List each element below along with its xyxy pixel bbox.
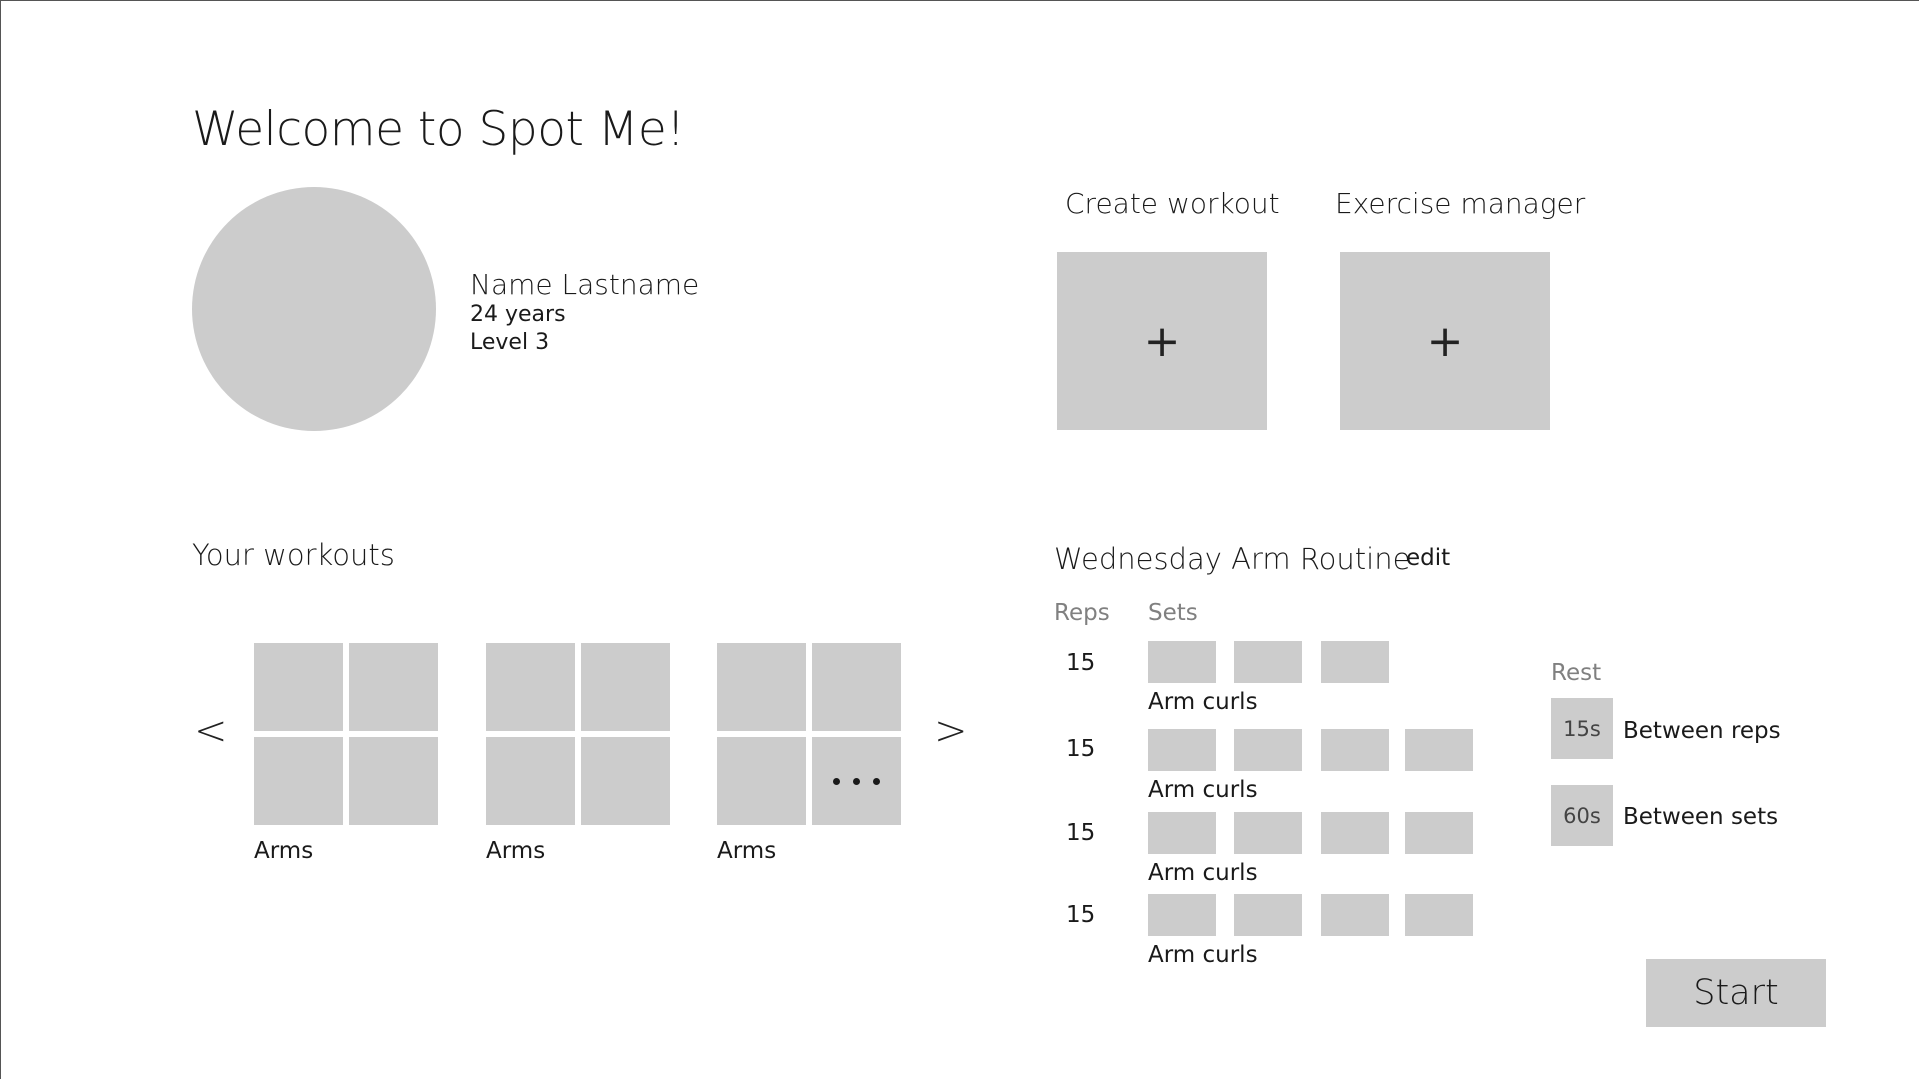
- workout-thumbnail: [349, 643, 438, 731]
- set-slot[interactable]: [1148, 729, 1216, 771]
- set-slot[interactable]: [1321, 894, 1389, 936]
- more-icon[interactable]: [812, 737, 901, 825]
- between-sets-label: Between sets: [1623, 804, 1779, 830]
- prev-arrow-button[interactable]: <: [194, 708, 228, 754]
- workout-thumbnail: [486, 737, 575, 825]
- workout-thumbnail: [812, 643, 901, 731]
- workout-thumbnail: [581, 737, 670, 825]
- plus-icon: +: [1426, 315, 1464, 367]
- exercise-name: Arm curls: [1148, 942, 1258, 968]
- workout-thumbnail: [486, 643, 575, 731]
- rest-between-reps-input[interactable]: 15s: [1551, 698, 1613, 759]
- exercise-manager-label: Exercise manager: [1335, 187, 1586, 220]
- set-slot[interactable]: [1405, 729, 1473, 771]
- workout-thumbnail: [717, 737, 806, 825]
- exercise-name: Arm curls: [1148, 860, 1258, 886]
- routine-title: Wednesday Arm Routine: [1054, 542, 1411, 576]
- edit-routine-link[interactable]: edit: [1406, 545, 1450, 571]
- set-slot[interactable]: [1148, 894, 1216, 936]
- set-slot[interactable]: [1148, 641, 1216, 683]
- profile-level: Level 3: [470, 330, 550, 355]
- between-reps-label: Between reps: [1623, 718, 1781, 744]
- workout-label: Arms: [254, 838, 314, 864]
- reps-value: 15: [1066, 902, 1096, 928]
- set-slot[interactable]: [1148, 812, 1216, 854]
- profile-age: 24 years: [470, 302, 566, 327]
- set-slot[interactable]: [1321, 641, 1389, 683]
- set-slot[interactable]: [1321, 812, 1389, 854]
- page-title: Welcome to Spot Me!: [192, 102, 685, 157]
- exercise-name: Arm curls: [1148, 689, 1258, 715]
- plus-icon: +: [1143, 315, 1181, 367]
- create-workout-label: Create workout: [1065, 187, 1280, 220]
- workout-thumbnail: [349, 737, 438, 825]
- workout-thumbnail: [254, 737, 343, 825]
- set-slot[interactable]: [1234, 729, 1302, 771]
- reps-value: 15: [1066, 650, 1096, 676]
- workout-thumbnail: [254, 643, 343, 731]
- set-slot[interactable]: [1405, 812, 1473, 854]
- workout-label: Arms: [717, 838, 777, 864]
- exercise-name: Arm curls: [1148, 777, 1258, 803]
- rest-header: Rest: [1551, 660, 1602, 686]
- profile-name: Name Lastname: [470, 268, 700, 301]
- set-slot[interactable]: [1234, 812, 1302, 854]
- set-slot[interactable]: [1321, 729, 1389, 771]
- workout-thumbnail: [717, 643, 806, 731]
- start-button[interactable]: Start: [1646, 959, 1826, 1027]
- create-workout-button[interactable]: +: [1057, 252, 1267, 430]
- set-slot[interactable]: [1234, 894, 1302, 936]
- workout-label: Arms: [486, 838, 546, 864]
- set-slot[interactable]: [1405, 894, 1473, 936]
- reps-value: 15: [1066, 736, 1096, 762]
- set-slot[interactable]: [1234, 641, 1302, 683]
- reps-value: 15: [1066, 820, 1096, 846]
- next-arrow-button[interactable]: >: [934, 708, 968, 754]
- exercise-manager-button[interactable]: +: [1340, 252, 1550, 430]
- rest-between-sets-input[interactable]: 60s: [1551, 785, 1613, 846]
- avatar[interactable]: [192, 187, 436, 431]
- reps-header: Reps: [1054, 600, 1110, 626]
- your-workouts-heading: Your workouts: [192, 538, 395, 572]
- workout-thumbnail: [581, 643, 670, 731]
- sets-header: Sets: [1148, 600, 1198, 626]
